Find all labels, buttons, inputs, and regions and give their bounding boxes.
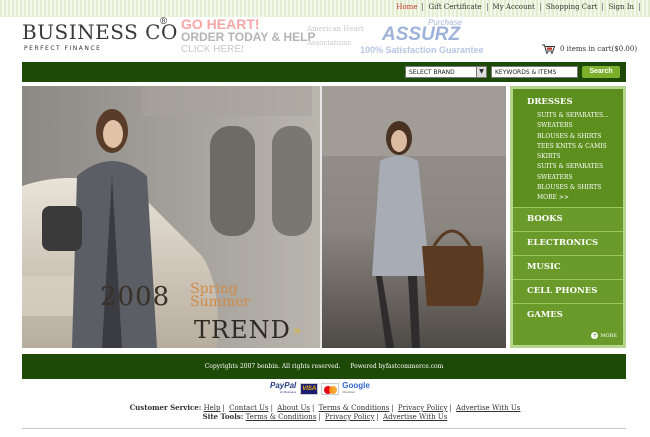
- more-label: MORE: [600, 332, 617, 339]
- site-tools-label: Site Tools:: [202, 412, 244, 421]
- cart-summary[interactable]: 0 items in cart($0.00): [542, 44, 637, 54]
- hero-year: 2008: [100, 282, 171, 312]
- plus-icon: +: [591, 332, 599, 339]
- subcategory-item[interactable]: TEES KNITS & CAMIS: [513, 142, 623, 152]
- go-heart-banner[interactable]: GO HEART! ORDER TODAY & HELP CLICK HERE!…: [181, 17, 371, 57]
- double-chevron-right-icon: »: [293, 323, 302, 339]
- more-categories-button[interactable]: + MORE: [591, 332, 617, 339]
- powered-by-link[interactable]: Powered byfastcommerce.com: [350, 363, 443, 370]
- search-bar: SELECT BRAND ▼ KEYWORDS & ITEMS Search: [22, 62, 626, 82]
- logo-name: BUSINESS CO: [22, 20, 178, 44]
- footer-link-advertise[interactable]: Advertise With Us: [383, 413, 447, 421]
- assurz-badge[interactable]: Purchase ASSURZ 100% Satisfaction Guaran…: [360, 18, 484, 58]
- paypal-sub: for Business: [279, 390, 297, 394]
- category-list: DRESSES SUITS & SEPARATES... SWEATERS BL…: [513, 89, 623, 345]
- top-links: Home Gift Certificate My Account Shoppin…: [391, 3, 640, 11]
- logo-tagline: PERFECT FINANCE: [24, 45, 102, 52]
- hero-photo: [22, 86, 506, 348]
- category-label: GAMES: [527, 310, 563, 320]
- google-sub: Checkout: [342, 390, 355, 394]
- top-link-home[interactable]: Home: [391, 3, 424, 11]
- top-link-shopping-cart[interactable]: Shopping Cart: [541, 3, 604, 11]
- subcategory-item[interactable]: SWEATERS: [513, 173, 623, 183]
- top-link-gift-certificate[interactable]: Gift Certificate: [423, 3, 488, 11]
- footer-link-advertise[interactable]: Advertise With Us: [456, 404, 520, 412]
- paypal-logo: PayPal for Business: [270, 382, 296, 396]
- subcategory-item[interactable]: SUITS & SEPARATES: [513, 162, 623, 172]
- footer-link-about-us[interactable]: About Us: [277, 404, 310, 412]
- category-dresses-panel: DRESSES SUITS & SEPARATES... SWEATERS BL…: [513, 89, 623, 207]
- hero-banner[interactable]: 2008 Spring Summer TREND »: [22, 86, 506, 348]
- category-electronics[interactable]: ELECTRONICS: [513, 231, 623, 255]
- subcategory-more-link[interactable]: MORE >>: [513, 193, 623, 203]
- payment-logos: PayPal for Business VISA Google Checkout: [270, 382, 370, 396]
- subcategory-item[interactable]: BLOUSES & SHIRTS: [513, 183, 623, 193]
- top-link-sign-in[interactable]: Sign In: [603, 3, 640, 11]
- footer-link-terms[interactable]: Terms & Conditions: [246, 413, 317, 421]
- footer-bar: Copyrights 2007 benbin. All rights reser…: [22, 354, 626, 379]
- category-label: BOOKS: [527, 214, 563, 224]
- category-cell-phones[interactable]: CELL PHONES: [513, 279, 623, 303]
- category-music[interactable]: MUSIC: [513, 255, 623, 279]
- hero-trend: TREND: [194, 316, 291, 344]
- footer-link-privacy[interactable]: Privacy Policy: [325, 413, 375, 421]
- footer-divider: [22, 428, 626, 429]
- category-label: CELL PHONES: [527, 286, 598, 296]
- category-sidebar: DRESSES SUITS & SEPARATES... SWEATERS BL…: [510, 86, 626, 348]
- top-utility-bar: Home Gift Certificate My Account Shoppin…: [0, 0, 650, 17]
- subcategory-item[interactable]: BLOUSES & SHIRTS: [513, 132, 623, 142]
- footer-link-contact-us[interactable]: Contact Us: [229, 404, 269, 412]
- hero-summer: Summer: [190, 294, 251, 310]
- category-dresses[interactable]: DRESSES: [513, 97, 623, 107]
- copyright-text: Copyrights 2007 benbin. All rights reser…: [204, 363, 341, 370]
- customer-service-links: Customer Service: Help | Contact Us | Abou…: [129, 403, 521, 412]
- mastercard-orange-circle: [329, 386, 338, 394]
- assurz-guarantee: 100% Satisfaction Guarantee: [360, 45, 484, 55]
- footer-link-help[interactable]: Help: [204, 404, 221, 412]
- brand-select[interactable]: SELECT BRAND ▼: [405, 66, 487, 78]
- site-tools-links: Site Tools: Terms & Conditions | Privacy …: [202, 412, 448, 421]
- shopping-cart-icon: [542, 44, 555, 54]
- registered-mark: ®: [159, 17, 168, 27]
- subcategory-item[interactable]: SUITS & SEPARATES...: [513, 111, 623, 121]
- category-books[interactable]: BOOKS: [513, 207, 623, 231]
- subcategory-item[interactable]: SWEATERS: [513, 121, 623, 131]
- chevron-down-icon[interactable]: ▼: [476, 67, 486, 77]
- category-label: ELECTRONICS: [527, 238, 599, 248]
- brand-select-value: SELECT BRAND: [409, 69, 455, 76]
- search-button[interactable]: Search: [582, 66, 620, 78]
- keyword-input[interactable]: KEYWORDS & ITEMS: [491, 66, 578, 78]
- site-logo[interactable]: BUSINESS CO ® PERFECT FINANCE: [22, 17, 178, 52]
- category-label: MUSIC: [527, 262, 561, 272]
- visa-logo: VISA: [300, 383, 319, 395]
- footer-link-terms[interactable]: Terms & Conditions: [319, 404, 390, 412]
- subcategory-item[interactable]: SKIRTS: [513, 152, 623, 162]
- mastercard-logo: [321, 383, 340, 395]
- footer-link-privacy[interactable]: Privacy Policy: [398, 404, 448, 412]
- google-checkout-logo: Google Checkout: [342, 382, 370, 396]
- category-games[interactable]: GAMES: [513, 303, 623, 327]
- cart-summary-text: 0 items in cart($0.00): [560, 45, 638, 53]
- top-link-my-account[interactable]: My Account: [488, 3, 541, 11]
- customer-service-label: Customer Service:: [129, 403, 202, 412]
- assurz-brand: ASSURZ: [382, 24, 461, 45]
